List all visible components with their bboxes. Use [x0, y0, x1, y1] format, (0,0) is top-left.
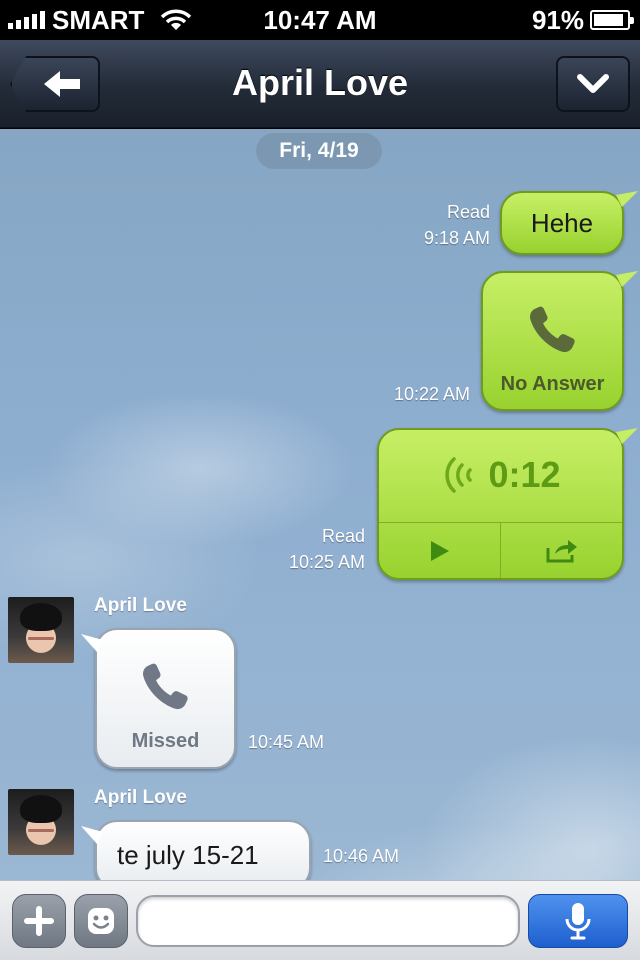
- message-bubble-received[interactable]: te july 15-21: [81, 820, 311, 880]
- voice-message-bubble[interactable]: 0:12: [377, 428, 638, 580]
- chevron-down-icon: [577, 74, 609, 93]
- message-bubble-sent[interactable]: Hehe: [500, 191, 638, 255]
- avatar[interactable]: [8, 597, 74, 663]
- message-time: 9:18 AM: [423, 228, 490, 248]
- message-meta: Read 10:25 AM: [250, 523, 365, 575]
- call-status: No Answer: [500, 373, 605, 395]
- voice-playback: 0:12: [379, 450, 622, 500]
- sender-name: April Love: [94, 787, 187, 808]
- menu-button[interactable]: [556, 56, 630, 112]
- voice-wave-icon: [445, 457, 473, 493]
- input-bar: [0, 880, 640, 960]
- avatar[interactable]: [8, 789, 74, 855]
- message-text: te july 15-21: [117, 839, 259, 870]
- read-status: Read: [446, 202, 490, 222]
- date-separator: Fri, 4/19: [256, 133, 382, 169]
- call-status: Missed: [131, 730, 200, 752]
- nav-bar: April Love: [0, 40, 640, 128]
- bubble-tail: [616, 271, 638, 287]
- battery-percent: 91%: [531, 5, 584, 35]
- sticker-button[interactable]: [74, 894, 128, 948]
- voice-duration: 0:12: [488, 454, 561, 495]
- play-icon: [430, 540, 449, 561]
- message-time: 10:22 AM: [393, 384, 470, 404]
- share-button[interactable]: [501, 523, 622, 578]
- message-time: 10:45 AM: [248, 732, 325, 752]
- battery-icon: [590, 10, 634, 30]
- sender-name: April Love: [94, 595, 187, 616]
- call-bubble-no-answer[interactable]: No Answer: [481, 271, 638, 411]
- message-meta: 10:22 AM: [360, 381, 470, 407]
- message-text: Hehe: [530, 207, 594, 238]
- plus-icon: [24, 906, 54, 936]
- call-bubble-missed[interactable]: Missed: [81, 628, 236, 769]
- message-meta: Read 9:18 AM: [380, 199, 490, 251]
- message-time: 10:25 AM: [288, 552, 365, 572]
- bubble-tail: [616, 191, 638, 207]
- voice-record-button[interactable]: [528, 894, 628, 948]
- read-status: Read: [321, 526, 365, 546]
- message-time: 10:46 AM: [323, 846, 400, 866]
- phone-icon: [143, 663, 188, 710]
- microphone-icon: [565, 903, 591, 940]
- bubble-tail: [81, 634, 103, 652]
- phone-icon: [530, 306, 575, 353]
- bubble-tail: [616, 428, 638, 444]
- chat-title: April Love: [231, 62, 409, 103]
- battery-level: [594, 14, 624, 26]
- share-icon: [546, 539, 577, 562]
- message-input[interactable]: [136, 895, 520, 947]
- play-button[interactable]: [379, 523, 501, 578]
- status-bar: SMART 10:47 AM 91%: [0, 0, 640, 40]
- bubble-tail: [81, 826, 103, 844]
- voice-actions: [379, 522, 622, 578]
- chat-area[interactable]: Fri, 4/19 Read 9:18 AM Hehe 10:22 AM No …: [0, 129, 640, 880]
- smiley-icon: [88, 908, 114, 934]
- attach-button[interactable]: [12, 894, 66, 948]
